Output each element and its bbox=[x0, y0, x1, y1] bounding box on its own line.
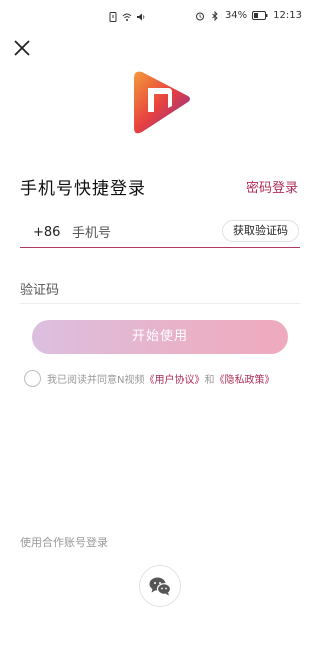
status-bar: 34% 12:13 bbox=[0, 0, 320, 36]
close-icon bbox=[14, 40, 30, 56]
clock: 12:13 bbox=[273, 10, 302, 21]
wechat-login-button[interactable] bbox=[139, 565, 181, 607]
status-right-icons: 34% 12:13 bbox=[195, 10, 302, 21]
agreement-and: 和 bbox=[204, 374, 215, 386]
start-button[interactable]: 开始使用 bbox=[32, 320, 288, 354]
code-field-row bbox=[20, 278, 300, 304]
app-logo bbox=[134, 71, 190, 134]
verification-code-input[interactable] bbox=[20, 278, 220, 302]
country-code[interactable]: +86 bbox=[33, 225, 60, 240]
battery-icon bbox=[252, 11, 268, 20]
user-agreement-link[interactable]: 《用户协议》 bbox=[144, 375, 204, 386]
privacy-policy-link[interactable]: 《隐私政策》 bbox=[214, 375, 274, 386]
bluetooth-icon bbox=[212, 10, 218, 21]
phone-field-row: +86 获取验证码 bbox=[20, 218, 300, 248]
agreement-text: 我已阅读并同意N视频《用户协议》和《隐私政策》 bbox=[47, 371, 274, 386]
agreement-row: 我已阅读并同意N视频《用户协议》和《隐私政策》 bbox=[24, 368, 274, 388]
status-left-icons bbox=[108, 12, 146, 22]
agreement-checkbox[interactable] bbox=[24, 369, 41, 387]
wechat-icon bbox=[149, 577, 172, 596]
get-code-button[interactable]: 获取验证码 bbox=[222, 220, 299, 242]
battery-percent: 34% bbox=[224, 10, 248, 21]
password-login-link[interactable]: 密码登录 bbox=[246, 177, 298, 196]
sim-icon bbox=[109, 12, 117, 22]
agreement-prefix: 我已阅读并同意N视频 bbox=[47, 374, 145, 386]
partner-login-label: 使用合作账号登录 bbox=[20, 536, 108, 549]
wifi-icon bbox=[122, 13, 132, 21]
page-title: 手机号快捷登录 bbox=[20, 179, 146, 199]
alarm-icon bbox=[195, 12, 204, 20]
phone-input[interactable] bbox=[72, 221, 212, 245]
volume-icon bbox=[137, 13, 145, 21]
close-button[interactable] bbox=[10, 36, 34, 60]
